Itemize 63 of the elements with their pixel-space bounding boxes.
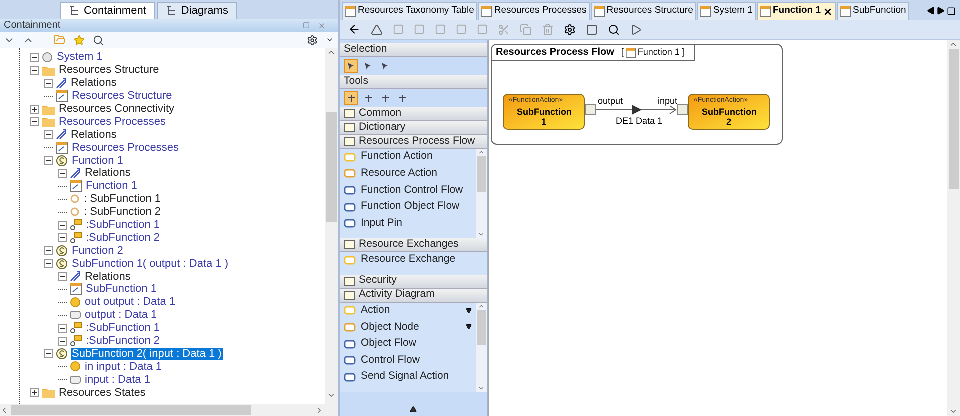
panel-tab[interactable]: Containment [60, 2, 156, 19]
palette-item[interactable]: Function Action [340, 149, 476, 166]
tree-item[interactable]: : SubFunction 1 [83, 193, 162, 206]
tree-item[interactable]: Relations [84, 270, 132, 283]
tree-item[interactable]: :SubFunction 2 [85, 232, 161, 244]
editor-tab[interactable]: SubFunction [837, 2, 910, 20]
palette-header[interactable]: Dictionary [340, 121, 487, 135]
tree-item[interactable]: System 1 [56, 51, 104, 64]
editor-tab[interactable]: Resources Taxonomy Table [342, 2, 478, 20]
tree-item[interactable]: Relations [84, 167, 132, 180]
flow-label: DE1 Data 1 [616, 115, 663, 128]
node-name: SubFunction 1 [517, 106, 571, 126]
tree-item[interactable]: out output : Data 1 [84, 296, 177, 308]
tree-item[interactable]: Function 2 [71, 244, 124, 257]
panel-title: Containment [4, 19, 61, 33]
palette-header[interactable]: Selection [340, 43, 487, 57]
tree-item[interactable]: Resources Structure [58, 64, 160, 76]
palette-header[interactable]: Resources Process Flow [340, 135, 487, 149]
tree-item[interactable]: Resources States [58, 386, 147, 399]
pin-label: input [658, 95, 678, 108]
palette-item[interactable]: Input Pin [340, 215, 476, 232]
tree-item[interactable]: : SubFunction 2 [83, 206, 162, 218]
palette-item[interactable]: Action [340, 302, 476, 320]
tree-item[interactable]: in input : Data 1 [84, 360, 164, 373]
tree-item[interactable]: Resources Processes [71, 142, 180, 154]
editor-tab[interactable]: System 1 [697, 2, 756, 20]
bracket: [ [621, 46, 624, 59]
tree-item[interactable]: SubFunction 2( input : Data 1 ) [71, 348, 223, 360]
tree-item[interactable]: :SubFunction 2 [85, 335, 161, 348]
palette-item[interactable]: Send Signal Action [340, 368, 476, 386]
editor-tab[interactable]: Function 1 [756, 2, 836, 20]
panel-tab[interactable]: Diagrams [157, 2, 238, 19]
tree-item[interactable]: input : Data 1 [84, 374, 152, 386]
palette-item[interactable]: Object Node [340, 319, 476, 336]
tree-item[interactable]: SubFunction 1( output : Data 1 ) [71, 258, 230, 270]
frame-name: Function 1 [638, 46, 680, 59]
frame-kind: Resources Process Flow [496, 46, 614, 60]
tree-item[interactable]: Resources Structure [71, 90, 174, 102]
palette-item[interactable]: Resource Action [340, 166, 476, 182]
palette-header[interactable]: Common [340, 107, 487, 121]
palette-item[interactable]: Function Object Flow [340, 198, 476, 216]
tree-item[interactable]: Function 1 [71, 154, 124, 167]
bracket: ] [682, 46, 684, 59]
editor-tab[interactable]: Resources Structure [590, 2, 696, 20]
editor-tab[interactable]: Resources Processes [478, 2, 590, 20]
node-name: SubFunction 2 [702, 106, 756, 126]
palette-header[interactable]: Activity Diagram [340, 288, 487, 303]
pin-label: output [598, 95, 624, 108]
palette-item[interactable]: Control Flow [340, 352, 476, 369]
tree-item[interactable]: :SubFunction 1 [85, 322, 161, 334]
tree-item[interactable]: SubFunction 1 [85, 283, 158, 296]
palette-header[interactable]: Security [340, 274, 487, 289]
tree-item[interactable]: Relations [70, 77, 118, 90]
tree-item[interactable]: Relations [70, 128, 118, 141]
palette-item[interactable]: Function Control Flow [340, 182, 476, 199]
tree-item[interactable]: Resources Processes [58, 116, 167, 128]
palette-header[interactable]: Resource Exchanges [340, 238, 487, 252]
tree-item[interactable]: Resources Connectivity [58, 103, 176, 115]
tree-item[interactable]: :SubFunction 1 [85, 219, 161, 232]
tree-item[interactable]: Function 1 [85, 180, 138, 192]
palette-item[interactable]: Object Flow [340, 336, 476, 352]
palette-header[interactable]: Tools [340, 75, 487, 89]
tree-item[interactable]: output : Data 1 [84, 309, 158, 322]
